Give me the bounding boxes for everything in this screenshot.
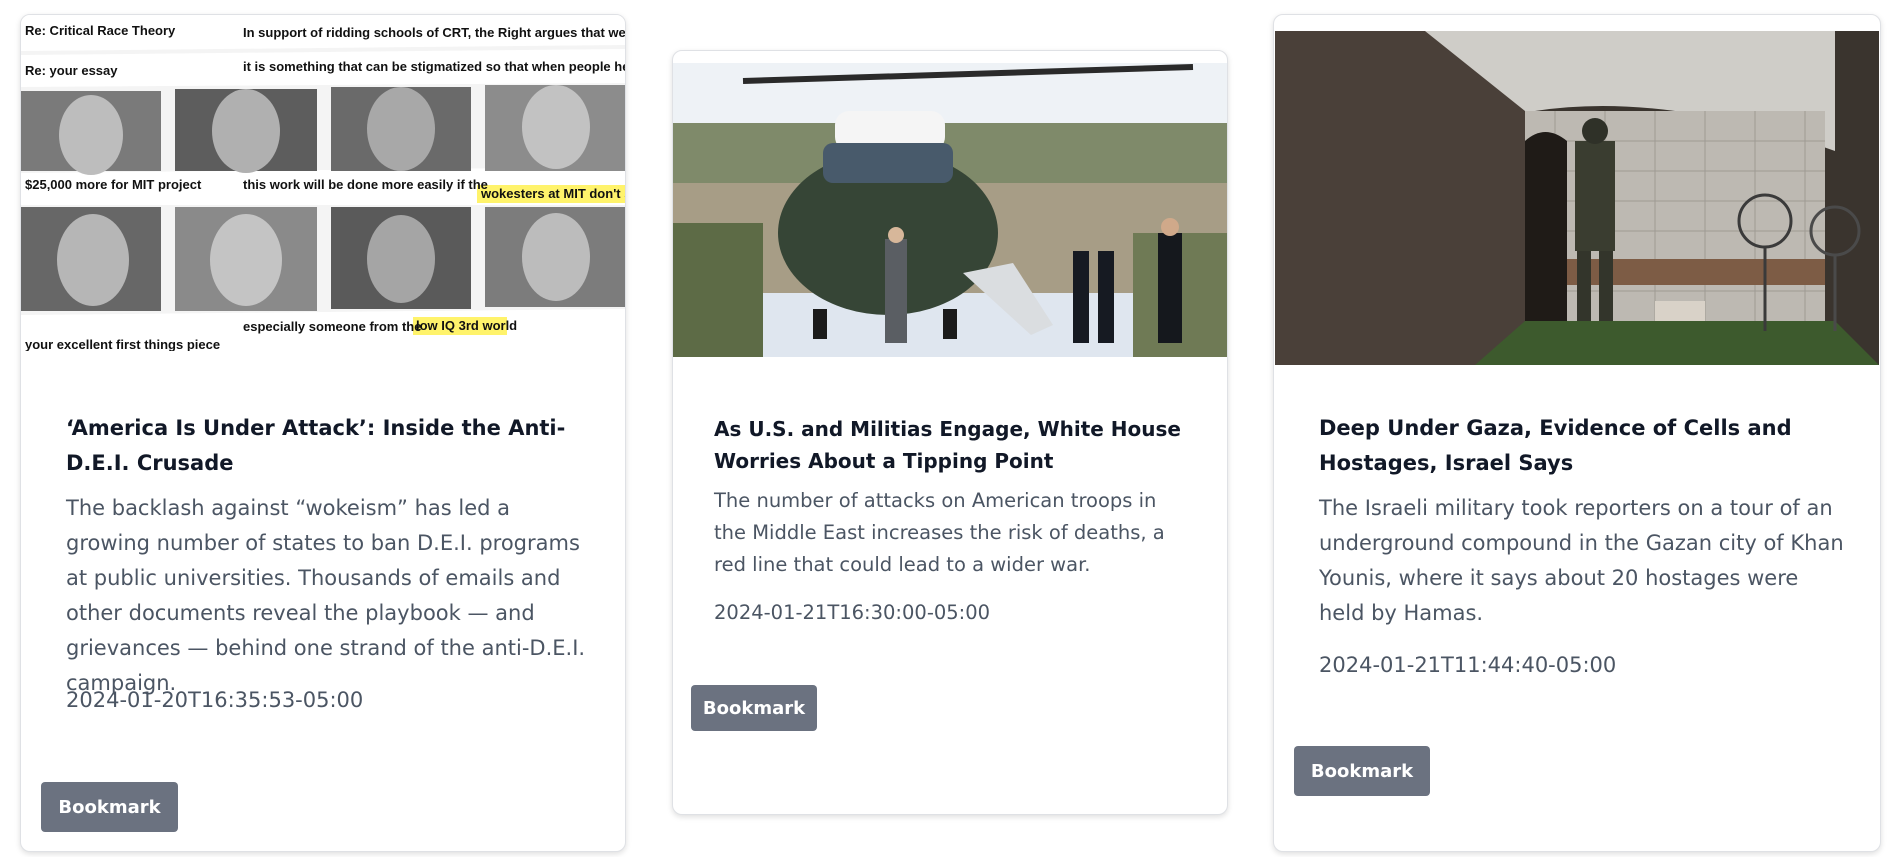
- svg-text:your excellent first things pi: your excellent first things piece: [25, 337, 220, 351]
- article-date: 2024-01-20T16:35:53-05:00: [66, 688, 364, 712]
- collage-image: Re: Critical Race Theory In support of r…: [21, 15, 626, 351]
- article-title[interactable]: ‘America Is Under Attack’: Inside the An…: [66, 411, 586, 481]
- svg-text:low IQ 3rd world: low IQ 3rd world: [416, 318, 517, 333]
- article-date: 2024-01-21T16:30:00-05:00: [714, 601, 991, 624]
- svg-text:$25,000 more for MIT project: $25,000 more for MIT project: [25, 177, 202, 192]
- article-title[interactable]: As U.S. and Militias Engage, White House…: [714, 413, 1194, 477]
- bookmark-button[interactable]: Bookmark: [41, 782, 178, 832]
- helicopter-photo: [673, 63, 1227, 357]
- bookmark-button[interactable]: Bookmark: [1294, 746, 1430, 796]
- svg-text:Re: your essay: Re: your essay: [25, 63, 118, 78]
- tunnel-photo: [1275, 31, 1879, 365]
- svg-text:In support of ridding schools: In support of ridding schools of CRT, th…: [243, 25, 626, 40]
- article-title[interactable]: Deep Under Gaza, Evidence of Cells and H…: [1319, 411, 1839, 481]
- svg-text:especially someone from the: especially someone from the: [243, 319, 421, 334]
- article-image: Re: Critical Race Theory In support of r…: [21, 15, 626, 351]
- article-description: The Israeli military took reporters on a…: [1319, 496, 1844, 625]
- svg-text:it is something that can be st: it is something that can be stigmatized …: [243, 59, 626, 74]
- bookmark-button[interactable]: Bookmark: [691, 685, 817, 731]
- article-card: Re: Critical Race Theory In support of r…: [20, 14, 626, 852]
- article-date: 2024-01-21T11:44:40-05:00: [1319, 653, 1617, 677]
- svg-text:wokesters at MIT don't see: wokesters at MIT don't see: [480, 186, 626, 201]
- article-description: The number of attacks on American troops…: [714, 489, 1165, 576]
- article-card: As U.S. and Militias Engage, White House…: [672, 50, 1228, 815]
- article-image: [673, 63, 1227, 357]
- article-description: The backlash against “wokeism” has led a…: [66, 496, 586, 695]
- article-card: Deep Under Gaza, Evidence of Cells and H…: [1273, 14, 1881, 852]
- svg-text:Re: Critical Race Theory: Re: Critical Race Theory: [25, 23, 176, 38]
- svg-text:this work will be done more ea: this work will be done more easily if th…: [243, 177, 488, 192]
- article-image: [1275, 31, 1879, 365]
